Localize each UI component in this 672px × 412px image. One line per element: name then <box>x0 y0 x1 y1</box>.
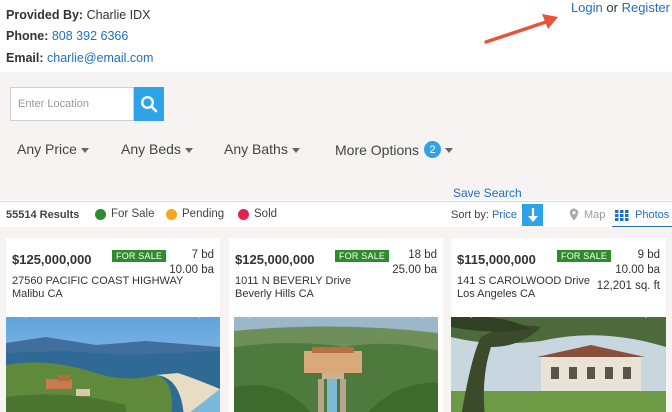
results-count: 55514 Results <box>6 209 80 221</box>
sort-field-link[interactable]: Price <box>492 209 517 221</box>
phone-label: Phone: <box>6 29 49 43</box>
listing-photo-image <box>234 317 438 412</box>
legend-sold: Sold <box>238 208 277 220</box>
chevron-down-icon <box>445 148 454 153</box>
status-dot-icon <box>238 208 249 220</box>
beds-filter-dropdown[interactable]: Any Beds <box>121 141 193 157</box>
save-search-link[interactable]: Save Search <box>453 186 522 200</box>
listing-price: $125,000,000 <box>12 252 92 267</box>
price-filter-dropdown[interactable]: Any Price <box>17 141 89 157</box>
listing-photo-image <box>6 317 220 412</box>
carousel-next-icon[interactable] <box>642 296 656 320</box>
listing-photo[interactable] <box>451 317 666 412</box>
provided-by-label: Provided By: <box>6 8 84 22</box>
listing-status-badge: FOR SALE <box>112 250 167 262</box>
listing-address-line1: 1011 N BEVERLY Drive <box>235 275 352 287</box>
listing-card[interactable]: $125,000,000 FOR SALE 7 bd 10.00 ba 2756… <box>6 238 220 412</box>
listing-baths: 10.00 ba <box>615 264 660 276</box>
auth-or-text: or <box>606 0 618 15</box>
legend-pending: Pending <box>166 208 224 220</box>
legend-label: Sold <box>254 208 278 220</box>
login-link[interactable]: Login <box>571 0 603 15</box>
listing-photo[interactable] <box>6 317 220 412</box>
provided-by-row: Provided By: Charlie IDX <box>6 8 151 22</box>
legend-for-sale: For Sale <box>95 208 154 220</box>
results-toolbar: 55514 Results For Sale Pending Sold Sort… <box>0 201 672 228</box>
chevron-down-icon <box>80 147 89 153</box>
search-panel: Any Price Any Beds Any Baths More Option… <box>0 72 672 200</box>
listing-price: $125,000,000 <box>235 252 315 267</box>
listing-baths: 25.00 ba <box>392 264 437 276</box>
listing-grid: $125,000,000 FOR SALE 7 bd 10.00 ba 2756… <box>0 227 672 412</box>
listing-beds: 9 bd <box>637 249 660 261</box>
more-options-count-badge: 2 <box>424 141 442 158</box>
listing-sqft: 12,201 sq. ft <box>596 280 660 292</box>
listing-address: 141 S CAROLWOOD Drive Los Angeles CA <box>457 275 590 301</box>
listing-price: $115,000,000 <box>457 252 536 267</box>
annotation-arrow-icon <box>484 14 558 44</box>
listing-photo-image <box>451 317 666 412</box>
sort-by: Sort by: Price <box>451 209 517 221</box>
phone-row: Phone: 808 392 6366 <box>6 29 128 43</box>
legend-label: For Sale <box>111 208 155 220</box>
listing-card[interactable]: $115,000,000 FOR SALE 9 bd 10.00 ba 12,2… <box>451 238 666 412</box>
more-options-dropdown[interactable]: More Options 2 <box>335 141 454 158</box>
phone-link[interactable]: 808 392 6366 <box>52 29 128 43</box>
carousel-prev-icon[interactable] <box>461 296 475 320</box>
search-button[interactable] <box>134 87 164 121</box>
email-label: Email: <box>6 51 44 65</box>
location-search-input[interactable] <box>10 87 134 121</box>
arrow-down-icon <box>527 208 538 222</box>
price-filter-label: Any Price <box>17 141 77 157</box>
legend-label: Pending <box>182 208 225 220</box>
map-view-label: Map <box>584 208 606 221</box>
baths-filter-dropdown[interactable]: Any Baths <box>224 141 300 157</box>
carousel-next-icon[interactable] <box>419 296 433 320</box>
listing-beds: 7 bd <box>191 249 214 261</box>
grid-icon <box>615 209 629 221</box>
listing-photo[interactable] <box>234 317 438 412</box>
photos-view-tab[interactable]: Photos <box>612 204 672 228</box>
auth-links: Login or Register <box>571 0 670 15</box>
email-row: Email: charlie@email.com <box>6 51 153 65</box>
status-dot-icon <box>95 208 106 220</box>
map-view-tab[interactable]: Map <box>569 208 605 221</box>
sort-label: Sort by: <box>451 209 489 221</box>
listing-beds: 18 bd <box>408 249 437 261</box>
contact-header: Provided By: Charlie IDX Phone: 808 392 … <box>0 0 672 72</box>
listing-status-badge: FOR SALE <box>335 250 390 262</box>
listing-address: 27560 PACIFIC COAST HIGHWAY Malibu CA <box>12 275 183 301</box>
photos-view-label: Photos <box>635 209 670 221</box>
carousel-next-icon[interactable] <box>196 296 210 320</box>
carousel-prev-icon[interactable] <box>16 296 30 320</box>
listing-address-line1: 141 S CAROLWOOD Drive <box>457 275 591 287</box>
more-options-label: More Options <box>335 141 420 158</box>
register-link[interactable]: Register <box>622 0 670 15</box>
email-link[interactable]: charlie@email.com <box>47 51 153 65</box>
chevron-down-icon <box>184 147 193 153</box>
listing-status-badge: FOR SALE <box>557 250 612 262</box>
chevron-down-icon <box>291 147 300 153</box>
beds-filter-label: Any Beds <box>121 141 181 157</box>
listing-address-line2: Los Angeles CA <box>457 288 536 300</box>
carousel-prev-icon[interactable] <box>239 296 253 320</box>
map-pin-icon <box>569 208 579 221</box>
listing-address-line1: 27560 PACIFIC COAST HIGHWAY <box>12 275 184 287</box>
baths-filter-label: Any Baths <box>224 141 288 157</box>
status-dot-icon <box>166 208 177 220</box>
listing-address-line2: Malibu CA <box>12 288 63 300</box>
search-icon <box>140 95 158 113</box>
listing-card[interactable]: $125,000,000 FOR SALE 18 bd 25.00 ba 101… <box>229 238 443 412</box>
provider-name: Charlie IDX <box>86 8 151 22</box>
sort-direction-button[interactable] <box>522 204 543 226</box>
